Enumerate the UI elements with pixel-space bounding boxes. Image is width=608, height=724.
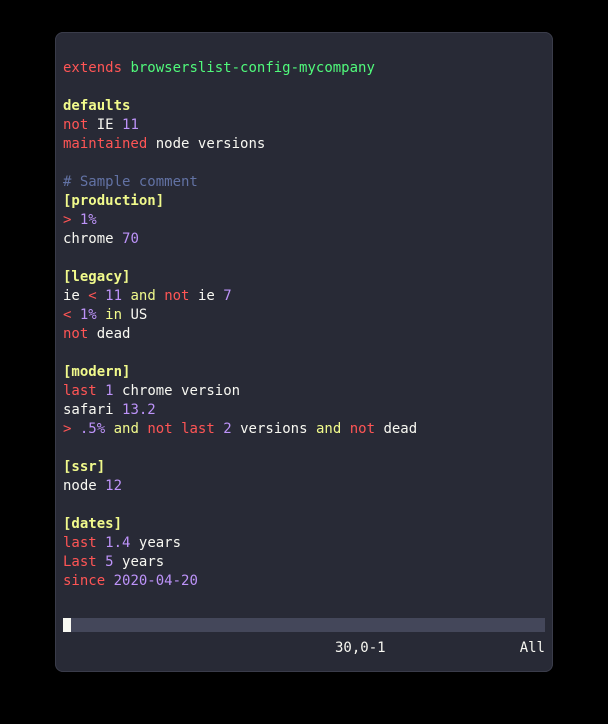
keyword-and: and [316,421,341,437]
package-name: browserslist-config-mycompany [130,60,374,76]
section-production: [production] [63,193,164,209]
section-modern: [modern] [63,364,130,380]
keyword-years: years [122,554,164,570]
keyword-dead: dead [97,326,131,342]
number-1: 1 [105,383,113,399]
operator-lt: < [88,288,96,304]
keyword-last: last [63,383,97,399]
comment: # Sample comment [63,174,198,190]
number-11: 11 [122,117,139,133]
keyword-versions: versions [240,421,307,437]
browser-chrome: chrome [122,383,173,399]
keyword-since: since [63,573,105,589]
keyword-in: in [105,307,122,323]
date-literal: 2020-04-20 [114,573,198,589]
keyword-extends: extends [63,60,122,76]
keyword-last-cap: Last [63,554,97,570]
keyword-and: and [114,421,139,437]
keyword-not: not [164,288,189,304]
browser-ie: IE [97,117,114,133]
cursor-row [63,618,545,632]
keyword-years: years [139,535,181,551]
number-14: 1.4 [105,535,130,551]
empty-line-fill [71,618,545,632]
keyword-node: node [156,136,190,152]
keyword-last: last [63,535,97,551]
number-12: 12 [105,478,122,494]
browser-ie: ie [63,288,80,304]
number-2: 2 [223,421,231,437]
cursor-position: 30,0-1 [335,639,485,658]
keyword-not: not [63,326,88,342]
browser-ie: ie [198,288,215,304]
keyword-dead: dead [383,421,417,437]
keyword-versions: versions [198,136,265,152]
keyword-version: version [181,383,240,399]
percent-1: 1% [80,307,97,323]
keyword-defaults: defaults [63,98,130,114]
keyword-not: not [63,117,88,133]
number-7: 7 [223,288,231,304]
number-5: 5 [105,554,113,570]
percent-05: .5% [80,421,105,437]
keyword-and: and [130,288,155,304]
keyword-not: not [147,421,172,437]
keyword-last: last [181,421,215,437]
section-dates: [dates] [63,516,122,532]
number-11: 11 [105,288,122,304]
section-legacy: [legacy] [63,269,130,285]
operator-lt: < [63,307,71,323]
browser-safari: safari [63,402,114,418]
terminal-window: extends browserslist-config-mycompany de… [55,32,553,672]
status-bar: 30,0-1 All [63,639,545,658]
number-70: 70 [122,231,139,247]
code-editor[interactable]: extends browserslist-config-mycompany de… [63,40,545,591]
keyword-node: node [63,478,97,494]
number-132: 13.2 [122,402,156,418]
scroll-indicator: All [485,639,545,658]
region-us: US [130,307,147,323]
percent-1: 1% [80,212,97,228]
section-ssr: [ssr] [63,459,105,475]
cursor-block [63,618,71,632]
operator-gt: > [63,212,71,228]
browser-chrome: chrome [63,231,114,247]
operator-gt: > [63,421,71,437]
keyword-maintained: maintained [63,136,147,152]
keyword-not: not [350,421,375,437]
